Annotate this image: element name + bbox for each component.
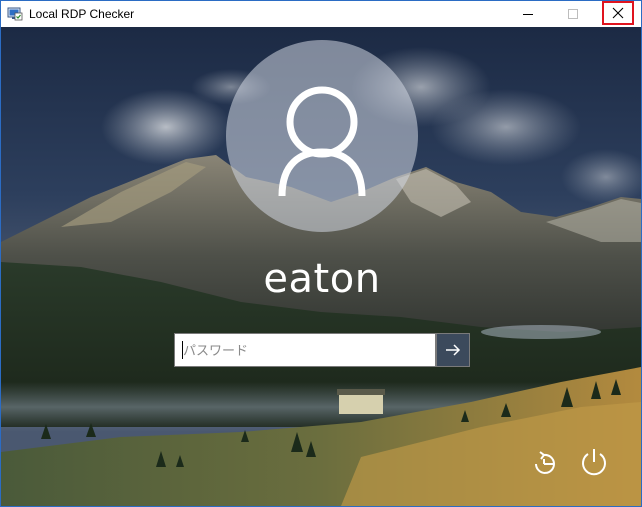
user-icon: [278, 86, 366, 197]
user-avatar: [226, 40, 418, 232]
password-input[interactable]: [174, 333, 436, 367]
ease-of-access-icon: [535, 451, 555, 474]
power-icon: [582, 449, 606, 476]
close-icon: [612, 7, 624, 19]
password-group: [174, 333, 470, 369]
power-button[interactable]: [576, 444, 612, 480]
arrow-right-icon: [446, 344, 461, 356]
maximize-icon: [568, 9, 578, 19]
minimize-icon: [523, 14, 533, 15]
rdp-window: Local RDP Checker eaton: [0, 0, 642, 507]
text-caret: [182, 341, 183, 359]
ease-of-access-button[interactable]: [526, 444, 562, 480]
close-button[interactable]: [602, 1, 634, 25]
username: eaton: [263, 256, 381, 302]
title-bar[interactable]: Local RDP Checker: [1, 1, 641, 27]
submit-button[interactable]: [436, 333, 470, 367]
lock-screen: eaton: [1, 27, 641, 506]
maximize-button[interactable]: [556, 1, 590, 27]
window-title: Local RDP Checker: [29, 7, 135, 21]
minimize-button[interactable]: [511, 1, 545, 27]
rdp-app-icon: [7, 7, 23, 21]
